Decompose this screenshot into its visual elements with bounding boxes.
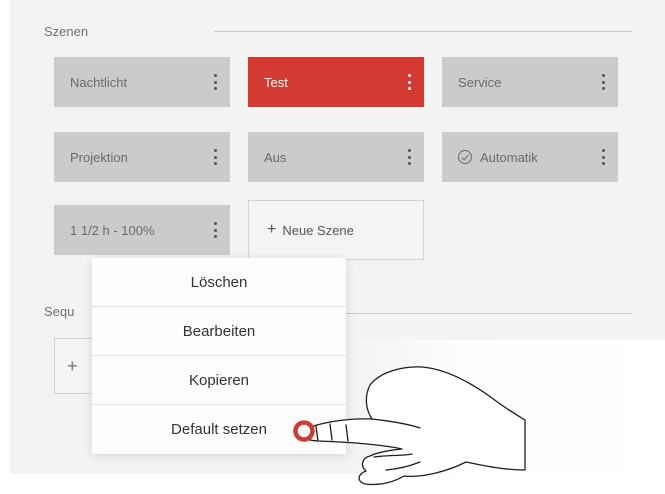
more-options-icon[interactable] — [208, 147, 222, 167]
scene-label: Test — [264, 74, 288, 90]
scene-tile-test[interactable]: Test — [248, 57, 424, 107]
scene-tile-aus[interactable]: Aus — [248, 132, 424, 182]
scene-tile-nachtlicht[interactable]: Nachtlicht — [54, 57, 230, 107]
scene-label: Nachtlicht — [70, 74, 128, 90]
sequences-divider — [346, 313, 632, 314]
more-options-icon[interactable] — [208, 220, 222, 240]
context-menu: Löschen Bearbeiten Kopieren Default setz… — [92, 258, 346, 454]
more-options-icon[interactable] — [596, 147, 610, 167]
scenes-divider — [214, 31, 632, 32]
sequences-section-title: Sequ — [44, 304, 75, 319]
new-scene-button[interactable]: + Neue Szene — [248, 200, 424, 260]
more-options-icon[interactable] — [402, 72, 416, 92]
scene-tile-1-5h-100[interactable]: 1 1/2 h - 100% — [54, 205, 230, 255]
plus-icon: + — [267, 221, 277, 238]
menu-item-delete[interactable]: Löschen — [92, 258, 346, 307]
more-options-icon[interactable] — [596, 72, 610, 92]
check-circle-icon — [458, 150, 472, 164]
menu-item-copy[interactable]: Kopieren — [92, 356, 346, 405]
scene-tile-service[interactable]: Service — [442, 57, 618, 107]
scene-label: Service — [458, 74, 502, 90]
plus-icon: + — [67, 355, 78, 376]
new-scene-label: Neue Szene — [282, 222, 354, 238]
more-options-icon[interactable] — [208, 72, 222, 92]
scene-label: Aus — [264, 149, 287, 165]
menu-item-edit[interactable]: Bearbeiten — [92, 307, 346, 356]
scene-label: 1 1/2 h - 100% — [70, 222, 155, 238]
scene-label: Projektion — [70, 149, 128, 165]
more-options-icon[interactable] — [402, 147, 416, 167]
scene-tile-projektion[interactable]: Projektion — [54, 132, 230, 182]
menu-item-set-default[interactable]: Default setzen — [92, 405, 346, 454]
scenes-section-title: Szenen — [44, 24, 89, 39]
scene-tile-automatik[interactable]: Automatik — [442, 132, 618, 182]
scene-label: Automatik — [480, 149, 538, 165]
